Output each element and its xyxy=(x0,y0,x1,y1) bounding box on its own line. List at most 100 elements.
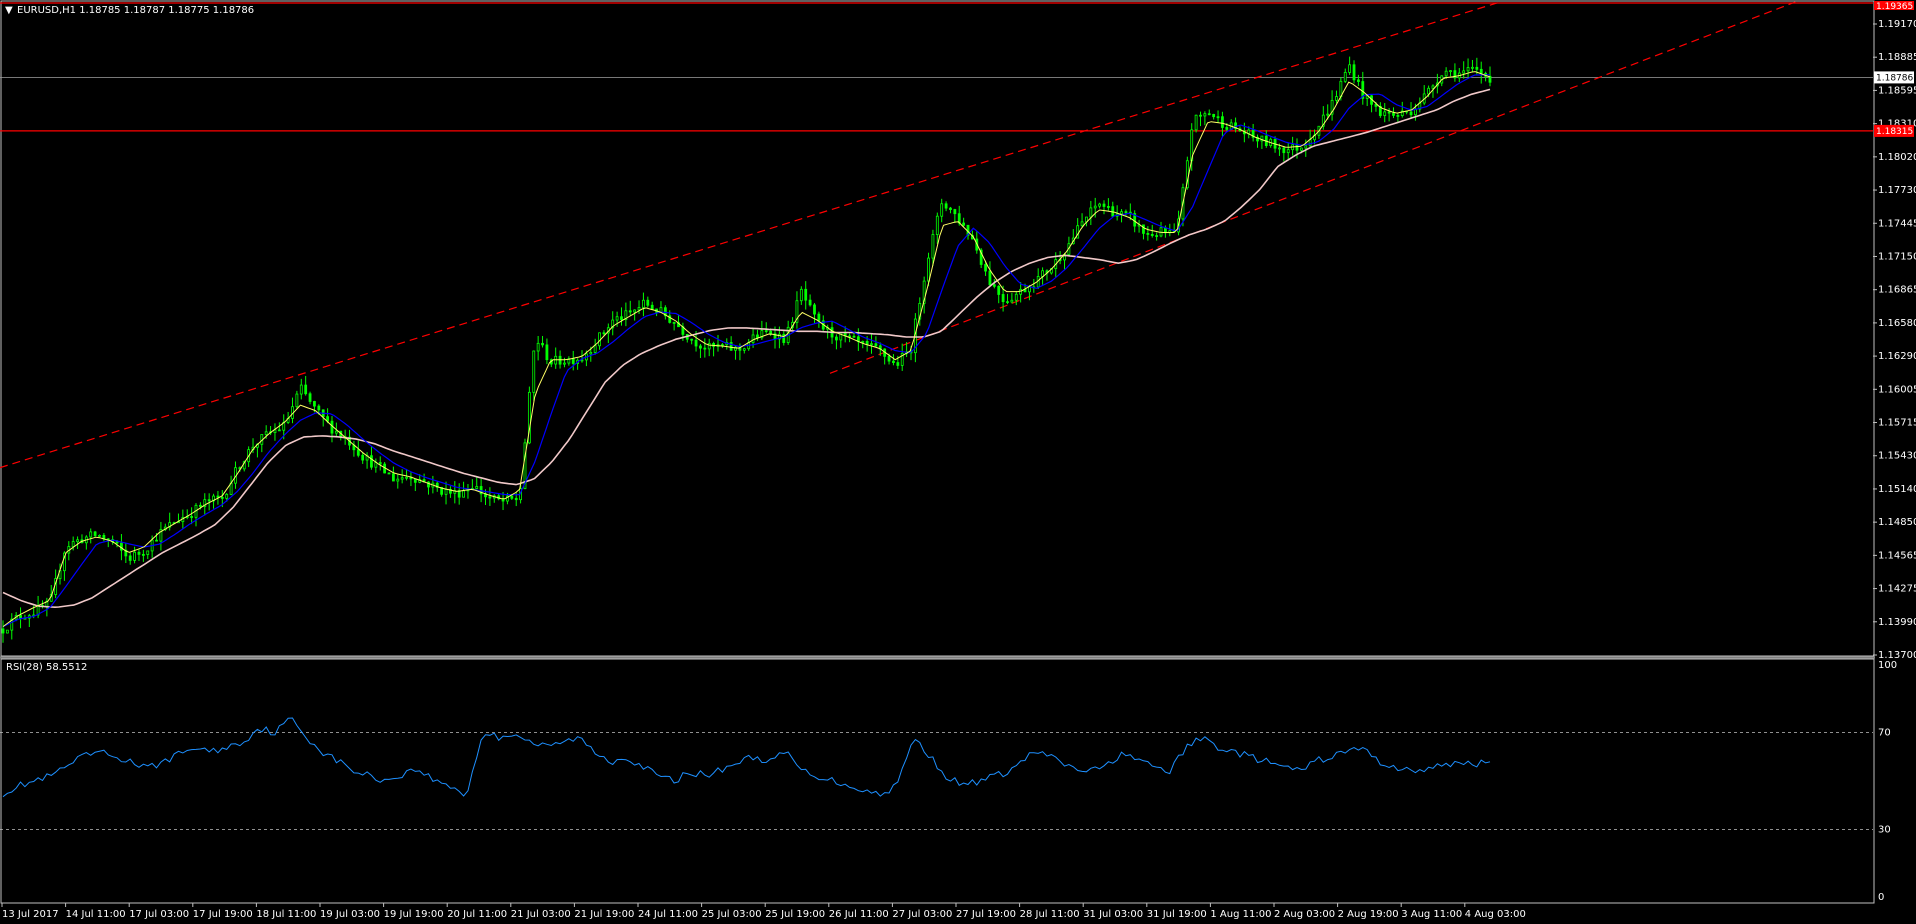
candle xyxy=(712,341,716,357)
candle xyxy=(1400,101,1404,118)
candle xyxy=(1282,146,1286,162)
top-level-price-box: 1.19365 xyxy=(1874,1,1914,12)
candle xyxy=(400,469,404,484)
candle xyxy=(856,328,860,351)
candle xyxy=(185,509,189,520)
symbol-menu-icon[interactable]: ▼ xyxy=(5,5,13,16)
candle xyxy=(606,323,610,344)
candle xyxy=(1159,221,1163,238)
candle xyxy=(742,347,746,354)
candle xyxy=(1352,60,1356,84)
candle xyxy=(76,536,79,550)
candle xyxy=(1032,278,1036,293)
price-tick-label: 1.15430 xyxy=(1878,451,1916,462)
candle xyxy=(1383,103,1387,123)
candle xyxy=(98,534,101,538)
candle xyxy=(374,458,378,473)
price-tick-label: 1.16865 xyxy=(1878,285,1916,296)
candle xyxy=(611,311,615,336)
candle xyxy=(637,300,641,314)
candle xyxy=(1378,102,1382,118)
candle xyxy=(1212,113,1216,120)
time-tick-label: 31 Jul 03:00 xyxy=(1083,909,1143,920)
time-tick-label: 4 Aug 03:00 xyxy=(1465,909,1526,920)
candle xyxy=(1286,142,1290,160)
candle xyxy=(659,301,663,314)
candle xyxy=(1102,200,1106,215)
candle xyxy=(1146,226,1150,241)
candle xyxy=(549,358,553,368)
candle xyxy=(720,342,724,349)
candle xyxy=(940,198,944,223)
candle xyxy=(1106,198,1110,211)
candle xyxy=(128,552,132,565)
candle xyxy=(457,483,461,505)
candle xyxy=(804,281,808,310)
candle xyxy=(988,261,992,287)
candle xyxy=(835,334,838,350)
candle xyxy=(1089,200,1093,226)
candle xyxy=(813,303,816,323)
candle xyxy=(1361,71,1365,105)
candle xyxy=(624,302,628,327)
price-tick-label: 1.18020 xyxy=(1878,152,1916,163)
candle xyxy=(1045,269,1049,281)
rsi-tick-label: 100 xyxy=(1878,660,1897,671)
current-price-box: 1.18786 xyxy=(1874,71,1914,84)
price-tick-label: 1.18885 xyxy=(1878,52,1916,63)
candle xyxy=(791,317,794,330)
channel-lower-line[interactable] xyxy=(829,1,1796,374)
candle xyxy=(1111,201,1115,217)
candle xyxy=(308,391,312,405)
candle xyxy=(1449,70,1452,77)
candle xyxy=(567,356,571,366)
candle xyxy=(462,481,465,498)
candle xyxy=(1479,61,1483,84)
candle xyxy=(89,528,93,544)
candle xyxy=(27,613,31,627)
candle xyxy=(1370,94,1373,113)
candle xyxy=(795,291,799,329)
candle xyxy=(475,476,479,490)
candle xyxy=(93,530,97,537)
candle xyxy=(554,347,558,369)
rsi-tick-label: 0 xyxy=(1878,892,1884,903)
time-tick-label: 24 Jul 11:00 xyxy=(638,909,698,920)
candle xyxy=(1098,202,1102,209)
candle xyxy=(953,208,957,223)
candle xyxy=(650,301,654,310)
candle xyxy=(571,350,575,371)
candle xyxy=(1335,90,1338,104)
candle xyxy=(361,452,365,464)
candle xyxy=(514,491,518,507)
time-tick-label: 17 Jul 19:00 xyxy=(193,909,253,920)
candle xyxy=(1006,293,1009,305)
candle xyxy=(1422,85,1426,106)
candle xyxy=(378,456,382,471)
candle xyxy=(1264,130,1268,148)
price-tick-label: 1.17445 xyxy=(1878,218,1916,229)
slow-moving-average-line xyxy=(2,88,1491,609)
candle xyxy=(133,546,136,564)
candle xyxy=(10,613,14,640)
svg-text:1.19365: 1.19365 xyxy=(1876,2,1913,12)
time-tick-label: 26 Jul 11:00 xyxy=(829,909,889,920)
svg-text:1.18786: 1.18786 xyxy=(1876,73,1913,83)
candle xyxy=(1019,281,1023,303)
candle xyxy=(892,354,895,366)
price-tick-label: 1.15715 xyxy=(1878,418,1916,429)
candle xyxy=(962,217,966,227)
candle xyxy=(492,494,496,503)
channel-upper-line[interactable] xyxy=(0,1,1501,469)
candle xyxy=(453,481,457,504)
candle xyxy=(707,338,711,357)
candle xyxy=(716,334,720,352)
level-price-box: 1.18315 xyxy=(1874,124,1914,137)
candle xyxy=(725,338,729,350)
time-tick-label: 19 Jul 19:00 xyxy=(384,909,444,920)
candle xyxy=(922,276,926,314)
candle xyxy=(1291,136,1295,156)
fast-moving-average-line xyxy=(2,71,1491,628)
candle xyxy=(137,549,141,561)
time-tick-label: 20 Jul 11:00 xyxy=(447,909,507,920)
